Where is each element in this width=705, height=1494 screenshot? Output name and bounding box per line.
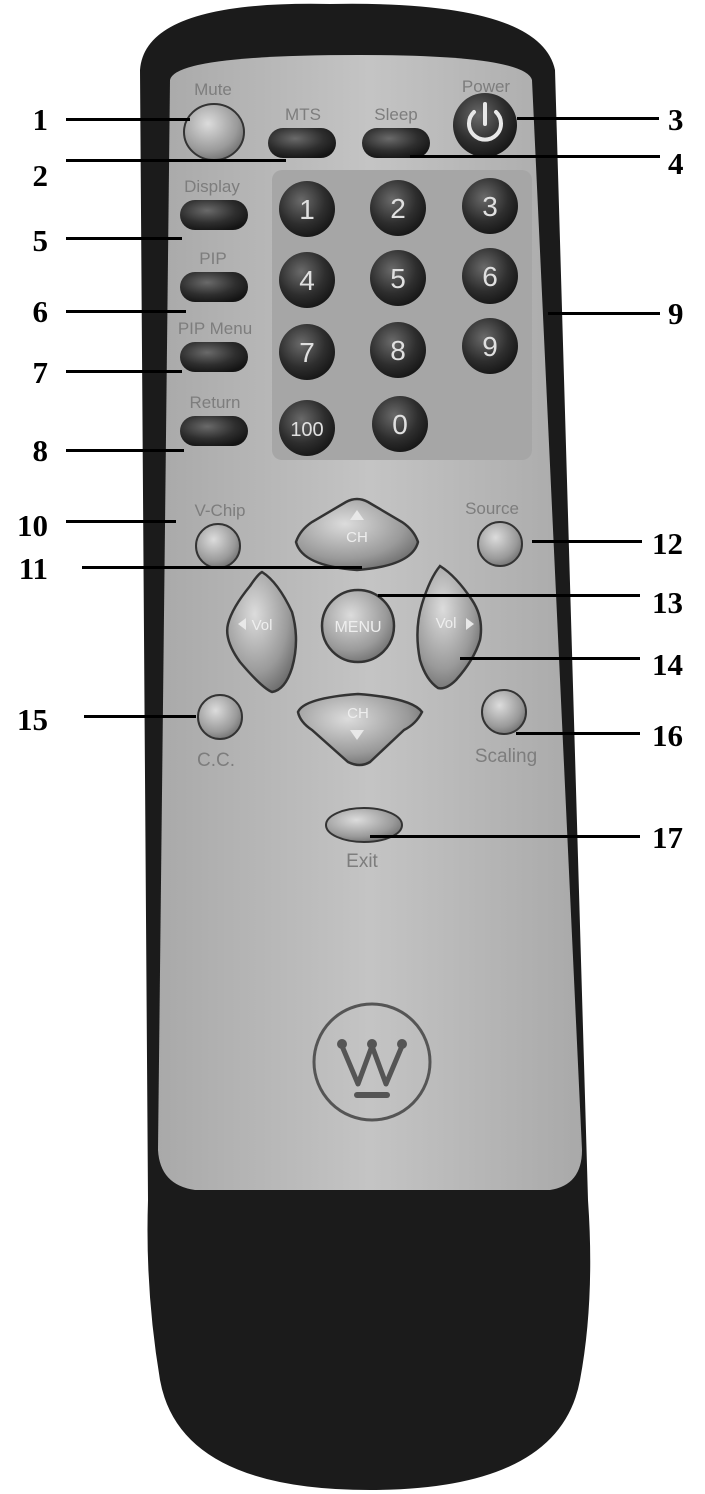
callout-17-number: 17 bbox=[652, 820, 683, 855]
callout-1-leader bbox=[66, 118, 190, 121]
key-5-label: 5 bbox=[390, 263, 406, 294]
callout-1-number: 1 bbox=[32, 102, 49, 137]
callout-5-leader bbox=[66, 237, 182, 240]
pip-label: PIP bbox=[199, 249, 226, 268]
mute-label: Mute bbox=[194, 80, 232, 99]
remote-control-illustration: Mute MTS Sleep Power Display PIP PIP Men… bbox=[140, 3, 591, 1490]
callout-2-number: 2 bbox=[32, 158, 49, 193]
callout-12-number: 12 bbox=[652, 526, 683, 561]
scaling-label: Scaling bbox=[475, 746, 537, 767]
callout-13-number: 13 bbox=[652, 585, 683, 620]
callout-10-leader bbox=[66, 520, 176, 523]
callout-6-number: 6 bbox=[32, 294, 49, 329]
callout-7-leader bbox=[66, 370, 182, 373]
key-8-label: 8 bbox=[390, 335, 406, 366]
callout-8-number: 8 bbox=[32, 433, 49, 468]
key-9-label: 9 bbox=[482, 331, 498, 362]
cc-label: C.C. bbox=[197, 750, 235, 771]
key-3-label: 3 bbox=[482, 191, 498, 222]
mts-button[interactable] bbox=[268, 128, 336, 158]
callout-17-leader bbox=[370, 835, 640, 838]
callout-9-leader bbox=[548, 312, 660, 315]
sleep-button[interactable] bbox=[362, 128, 430, 158]
callout-3-number: 3 bbox=[668, 102, 684, 137]
callout-8-leader bbox=[66, 449, 184, 452]
callout-6-leader bbox=[66, 310, 186, 313]
vol-right-label: Vol bbox=[436, 615, 457, 632]
key-1-label: 1 bbox=[299, 194, 315, 225]
ch-down-label: CH bbox=[347, 705, 369, 722]
mts-label: MTS bbox=[285, 105, 321, 124]
callout-16-number: 16 bbox=[652, 718, 683, 753]
callout-3-leader bbox=[517, 117, 659, 120]
vol-left-label: Vol bbox=[252, 617, 273, 634]
exit-label: Exit bbox=[346, 851, 378, 872]
callout-5-number: 5 bbox=[32, 223, 49, 258]
key-2-label: 2 bbox=[390, 193, 406, 224]
key-0-label: 0 bbox=[392, 409, 408, 440]
callout-7-number: 7 bbox=[32, 355, 49, 390]
key-4-label: 4 bbox=[299, 265, 315, 296]
cc-button[interactable] bbox=[197, 694, 243, 740]
callout-11-number: 11 bbox=[18, 551, 48, 586]
callout-12-leader bbox=[532, 540, 642, 543]
display-button[interactable] bbox=[180, 200, 248, 230]
key-100-label: 100 bbox=[290, 419, 323, 441]
callout-14-leader bbox=[460, 657, 640, 660]
display-label: Display bbox=[184, 177, 240, 196]
callout-13-leader bbox=[378, 594, 640, 597]
callout-10-number: 10 bbox=[17, 508, 48, 543]
callout-4-leader bbox=[410, 155, 660, 158]
callout-16-leader bbox=[516, 732, 640, 735]
return-button[interactable] bbox=[180, 416, 248, 446]
callout-2-leader bbox=[66, 159, 286, 162]
key-7-label: 7 bbox=[299, 337, 315, 368]
pip-button[interactable] bbox=[180, 272, 248, 302]
key-6-label: 6 bbox=[482, 261, 498, 292]
callout-9-number: 9 bbox=[668, 296, 684, 331]
scaling-button[interactable] bbox=[481, 689, 527, 735]
mute-button[interactable] bbox=[183, 103, 245, 161]
vchip-button[interactable] bbox=[195, 523, 241, 569]
pip-menu-label: PIP Menu bbox=[178, 319, 252, 338]
callout-15-leader bbox=[84, 715, 196, 718]
ch-up-label: CH bbox=[346, 529, 368, 546]
sleep-label: Sleep bbox=[374, 105, 417, 124]
callout-15-number: 15 bbox=[17, 702, 48, 737]
menu-label: MENU bbox=[334, 619, 381, 636]
source-label: Source bbox=[465, 499, 519, 518]
vchip-label: V-Chip bbox=[194, 501, 245, 520]
callout-4-number: 4 bbox=[668, 146, 684, 181]
callout-14-number: 14 bbox=[652, 647, 683, 682]
source-button[interactable] bbox=[477, 521, 523, 567]
pip-menu-button[interactable] bbox=[180, 342, 248, 372]
callout-11-leader bbox=[82, 566, 362, 569]
return-label: Return bbox=[189, 393, 240, 412]
